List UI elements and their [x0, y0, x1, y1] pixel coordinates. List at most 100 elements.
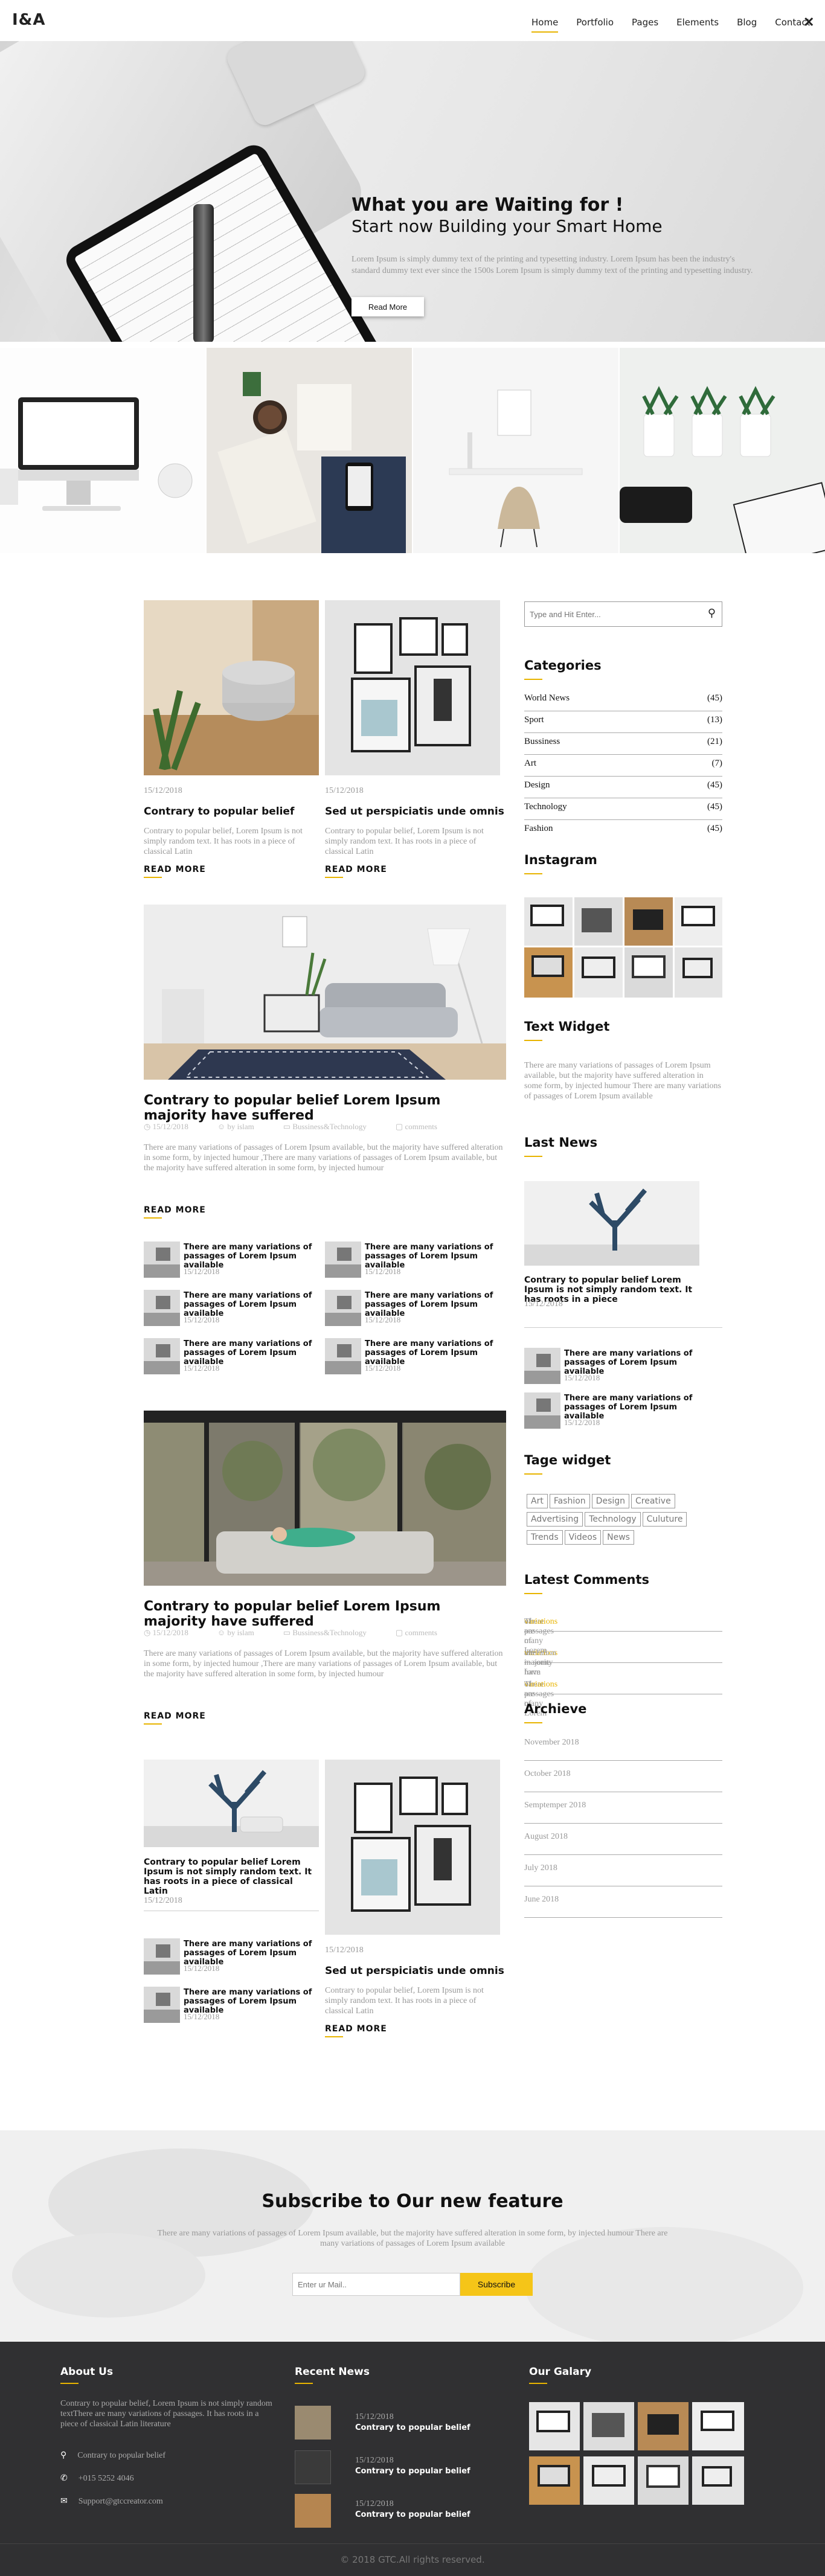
nav-home[interactable]: Home [531, 17, 559, 33]
mini-post-title: There are many variations of passages of… [365, 1243, 493, 1270]
category-item[interactable]: Sport (13) [524, 711, 722, 733]
archive-item[interactable]: July 2018 [524, 1855, 722, 1886]
strip-image-imac[interactable] [0, 348, 205, 553]
post-meta-comments[interactable]: ▢ comments [396, 1122, 437, 1132]
read-more-link[interactable]: READ MORE [144, 1205, 206, 1219]
mini-post-thumb [524, 1392, 560, 1429]
recent-news-thumb[interactable] [295, 2494, 331, 2528]
feature-title[interactable]: Contrary to popular belief Lorem Ipsum m… [144, 1093, 506, 1123]
mini-post-date: 15/12/2018 [184, 1315, 220, 1324]
recent-news-title-link[interactable]: Contrary to popular belief [355, 2466, 470, 2476]
recent-news-thumb[interactable] [295, 2406, 331, 2440]
category-item[interactable]: Art (7) [524, 755, 722, 777]
post-meta-category[interactable]: ▭ Bussiness&Technology [283, 1628, 367, 1638]
archive-item[interactable]: October 2018 [524, 1761, 722, 1792]
tag[interactable]: Art [527, 1494, 548, 1508]
read-more-link[interactable]: READ MORE [144, 865, 206, 878]
search-icon[interactable]: ⚲ [708, 607, 716, 620]
recent-news-thumb[interactable] [295, 2450, 331, 2484]
latest-comment[interactable]: the majority have variations alteration … [524, 1632, 722, 1677]
nav-elements[interactable]: Elements [676, 17, 719, 28]
post-title[interactable]: Sed ut perspiciatis unde omnis [325, 806, 504, 818]
tag[interactable]: Creative [631, 1494, 675, 1508]
archive-item[interactable]: Semptemper 2018 [524, 1792, 722, 1824]
category-item[interactable]: World News (45) [524, 690, 722, 711]
mini-post-date: 15/12/2018 [184, 2012, 220, 2021]
mini-post[interactable]: There are many variations of passages of… [144, 1338, 319, 1374]
mini-post[interactable]: There are many variations of passages of… [144, 1987, 319, 2023]
phone-icon: ✆ [60, 2474, 68, 2483]
tag[interactable]: Design [591, 1494, 630, 1508]
post-title[interactable]: Contrary to popular belief [144, 806, 294, 818]
post-meta-category[interactable]: ▭ Bussiness&Technology [283, 1122, 367, 1132]
mini-post-date: 15/12/2018 [564, 1418, 600, 1427]
post-image[interactable] [144, 1760, 319, 1847]
feature-image-sofa[interactable] [144, 1411, 506, 1589]
categories-title: Categories [524, 658, 602, 680]
archive-item[interactable]: August 2018 [524, 1824, 722, 1855]
mini-post[interactable]: There are many variations of passages of… [144, 1938, 319, 1975]
mini-post[interactable]: There are many variations of passages of… [325, 1338, 500, 1374]
tag[interactable]: Trends [527, 1530, 563, 1545]
subscribe-button[interactable]: Subscribe [460, 2273, 533, 2296]
nav-blog[interactable]: Blog [737, 17, 757, 28]
post-meta-author[interactable]: ☺ by islam [217, 1628, 254, 1638]
tag[interactable]: Advertising [527, 1512, 583, 1527]
instagram-photo [524, 897, 722, 998]
feature-title[interactable]: Contrary to popular belief Lorem Ipsum m… [144, 1599, 506, 1629]
post-meta-author[interactable]: ☺ by islam [217, 1122, 254, 1132]
last-news-item[interactable]: There are many variations of passages of… [524, 1392, 722, 1429]
recent-news-title-link[interactable]: Contrary to popular belief [355, 2423, 470, 2433]
feature-image-living-room[interactable] [144, 905, 506, 1080]
mini-post-thumb [524, 1348, 560, 1384]
tag[interactable]: News [603, 1530, 634, 1545]
mini-post-thumb [144, 1338, 180, 1374]
post-title[interactable]: Contrary to popular belief Lorem Ipsum i… [144, 1857, 319, 1896]
tag[interactable]: Culuture [642, 1512, 687, 1527]
email-row[interactable]: ✉ Support@gtccreator.com [60, 2496, 163, 2507]
close-icon[interactable]: ✕ [803, 14, 814, 30]
nav-portfolio[interactable]: Portfolio [576, 17, 614, 28]
search-input[interactable] [530, 607, 693, 621]
mini-post[interactable]: There are many variations of passages of… [144, 1242, 319, 1278]
last-news-item[interactable]: There are many variations of passages of… [524, 1348, 722, 1384]
read-more-link[interactable]: READ MORE [325, 865, 387, 878]
post-date: 15/12/2018 [325, 1946, 364, 1955]
read-more-button[interactable]: Read More [352, 297, 424, 316]
category-item[interactable]: Technology (45) [524, 798, 722, 820]
post-image[interactable] [144, 600, 319, 775]
nav-pages[interactable]: Pages [632, 17, 658, 28]
about-title: About Us [60, 2366, 114, 2384]
email-input[interactable] [292, 2273, 460, 2296]
post-title[interactable]: Sed ut perspiciatis unde omnis [325, 1965, 504, 1977]
mini-post-title: There are many variations of passages of… [184, 1988, 312, 2015]
mini-post[interactable]: There are many variations of passages of… [144, 1290, 319, 1326]
footer-divider [0, 2543, 825, 2544]
strip-image-plants[interactable] [620, 348, 825, 553]
tag[interactable]: Technology [585, 1512, 641, 1527]
logo[interactable]: I&A [12, 11, 45, 29]
post-excerpt: Contrary to popular belief, Lorem Ipsum … [325, 827, 484, 856]
recent-news-date: 15/12/2018 [355, 2499, 394, 2508]
mini-post-title: There are many variations of passages of… [184, 1243, 312, 1270]
post-image[interactable] [325, 1760, 500, 1935]
read-more-link[interactable]: READ MORE [325, 2024, 387, 2037]
latest-comment[interactable]: There are many variations of passages of… [524, 1600, 722, 1655]
read-more-link[interactable]: READ MORE [144, 1711, 206, 1725]
recent-news-title-link[interactable]: Contrary to popular belief [355, 2510, 470, 2520]
mini-post[interactable]: There are many variations of passages of… [325, 1242, 500, 1278]
tag[interactable]: Videos [564, 1530, 602, 1545]
archive-item[interactable]: June 2018 [524, 1886, 722, 1918]
mini-post[interactable]: There are many variations of passages of… [325, 1290, 500, 1326]
category-item[interactable]: Fashion (45) [524, 820, 722, 842]
last-news-image[interactable] [524, 1181, 699, 1266]
archive-item[interactable]: November 2018 [524, 1729, 722, 1761]
post-image[interactable] [325, 600, 500, 775]
post-meta-comments[interactable]: ▢ comments [396, 1628, 437, 1638]
category-item[interactable]: Design (45) [524, 777, 722, 798]
tag[interactable]: Fashion [549, 1494, 590, 1508]
latest-comment[interactable]: There are many variations of passages of… [524, 1663, 722, 1718]
strip-image-desk[interactable] [413, 348, 618, 553]
strip-image-business[interactable] [207, 348, 412, 553]
category-item[interactable]: Bussiness (21) [524, 733, 722, 755]
